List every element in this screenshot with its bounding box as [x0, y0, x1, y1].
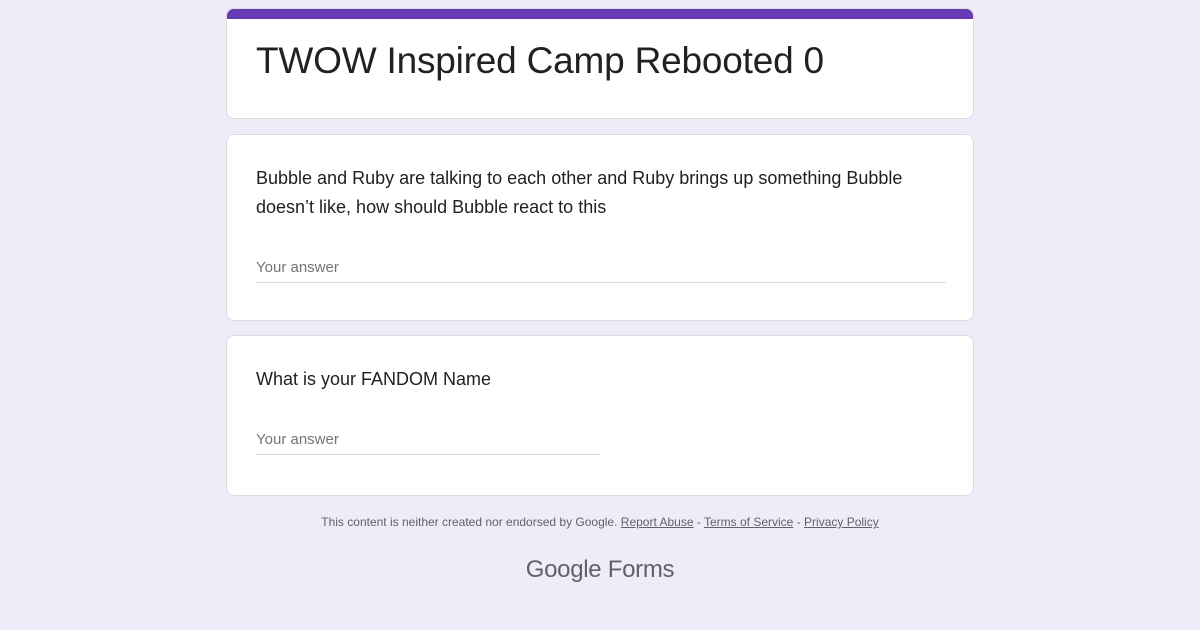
footer-disclaimer: This content is neither created nor endo…: [0, 515, 1200, 529]
disclaimer-text: This content is neither created nor endo…: [321, 515, 618, 529]
answer-input[interactable]: [256, 259, 946, 283]
answer-input[interactable]: [256, 431, 601, 455]
header-accent-bar: [227, 9, 973, 19]
forms-wordmark: Forms: [607, 556, 675, 583]
question-text: Bubble and Ruby are talking to each othe…: [256, 168, 903, 217]
separator: -: [796, 515, 801, 529]
report-abuse-link[interactable]: Report Abuse: [621, 515, 694, 529]
question-text: What is your FANDOM Name: [256, 369, 492, 389]
form-title: TWOW Inspired Camp Rebooted 0: [256, 40, 824, 81]
privacy-policy-link[interactable]: Privacy Policy: [804, 515, 879, 529]
form-header-card: TWOW Inspired Camp Rebooted 0: [226, 8, 974, 119]
question-card: What is your FANDOM Name: [226, 335, 974, 496]
question-card: Bubble and Ruby are talking to each othe…: [226, 134, 974, 321]
separator: -: [696, 515, 701, 529]
google-forms-logo[interactable]: Google Forms: [0, 556, 1200, 584]
google-wordmark: Google: [525, 556, 602, 583]
terms-of-service-link[interactable]: Terms of Service: [704, 515, 793, 529]
